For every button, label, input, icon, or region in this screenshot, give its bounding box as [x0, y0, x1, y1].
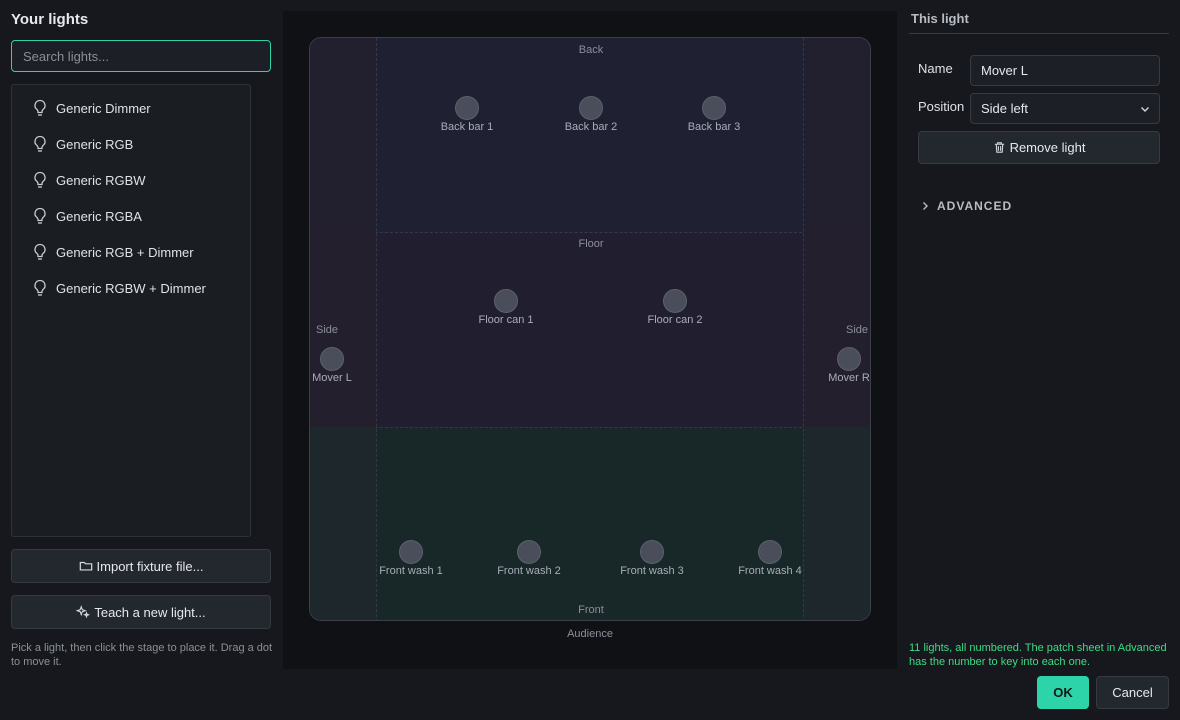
chevron-right-icon [923, 202, 928, 210]
light-label-back-bar-1: Back bar 1 [440, 121, 494, 133]
remove-light-button[interactable]: Remove light [918, 131, 1160, 164]
stage-area: Back Floor Front Side Side Back bar 1 Bac… [283, 11, 897, 669]
divider [909, 33, 1169, 34]
fixture-label: Generic RGBA [56, 208, 142, 224]
fixture-item[interactable]: Generic RGB [12, 126, 250, 162]
stage-canvas[interactable]: Back Floor Front Side Side Back bar 1 Bac… [309, 37, 871, 621]
placement-hint: Pick a light, then click the stage to pl… [11, 642, 273, 668]
light-details-panel: This light Name Mover L Position Side le… [909, 0, 1169, 720]
lightbulb-icon [34, 171, 46, 188]
light-dot-back-bar-1[interactable] [455, 96, 479, 120]
name-label: Name [918, 61, 953, 76]
light-dot-front-wash-3[interactable] [640, 540, 664, 564]
zone-label-back: Back [578, 44, 604, 56]
lightbulb-icon [34, 207, 46, 224]
lightbulb-icon [34, 135, 46, 152]
light-label-front-wash-1: Front wash 1 [379, 565, 443, 577]
zone-back[interactable] [310, 38, 870, 232]
zone-label-front: Front [578, 604, 604, 616]
light-dot-floor-can-1[interactable] [494, 289, 518, 313]
light-label-front-wash-2: Front wash 2 [497, 565, 561, 577]
light-label-back-bar-2: Back bar 2 [564, 121, 618, 133]
position-select[interactable]: Side left [970, 93, 1160, 124]
light-label-front-wash-3: Front wash 3 [620, 565, 684, 577]
lightbulb-icon [34, 243, 46, 260]
fixture-label: Generic RGBW [56, 172, 146, 188]
trash-icon [994, 142, 1004, 153]
light-dot-mover-l[interactable] [320, 347, 344, 371]
light-label-mover-l: Mover L [312, 372, 352, 384]
zone-front[interactable] [310, 427, 870, 620]
advanced-label: ADVANCED [937, 199, 1013, 213]
fixture-item[interactable]: Generic RGBW + Dimmer [12, 270, 250, 306]
fixture-library-panel: Your lights Generic DimmerGeneric RGBGen… [11, 0, 272, 720]
import-fixture-label: Import fixture file... [96, 558, 204, 574]
fixture-label: Generic RGB [56, 136, 134, 152]
fixture-item[interactable]: Generic RGBA [12, 198, 250, 234]
advanced-toggle[interactable]: ADVANCED [919, 199, 1012, 213]
fixture-label: Generic RGB + Dimmer [56, 244, 194, 260]
zone-label-side-right: Side [846, 324, 869, 336]
status-message: 11 lights, all numbered. The patch sheet… [909, 642, 1167, 668]
lightbulb-icon [34, 99, 46, 116]
position-label: Position [918, 99, 965, 114]
light-label-back-bar-3: Back bar 3 [687, 121, 741, 133]
sparkles-icon [76, 605, 91, 619]
audience-label: Audience [567, 628, 613, 640]
lightbulb-icon [34, 279, 46, 296]
fixture-item[interactable]: Generic RGB + Dimmer [12, 234, 250, 270]
fixture-label: Generic RGBW + Dimmer [56, 280, 206, 296]
light-dot-mover-r[interactable] [837, 347, 861, 371]
import-fixture-button[interactable]: Import fixture file... [11, 549, 271, 583]
details-title: This light [911, 11, 969, 26]
light-dot-floor-can-2[interactable] [663, 289, 687, 313]
search-input[interactable] [11, 40, 271, 72]
remove-light-label: Remove light [1009, 140, 1086, 155]
folder-icon [79, 561, 92, 571]
fixture-label: Generic Dimmer [56, 100, 151, 116]
position-value: Side left [981, 101, 1028, 116]
cancel-button[interactable]: Cancel [1096, 676, 1169, 709]
light-dot-back-bar-2[interactable] [579, 96, 603, 120]
light-label-front-wash-4: Front wash 4 [738, 565, 802, 577]
light-label-floor-can-2: Floor can 2 [647, 314, 703, 326]
fixture-list: Generic Dimmer Generic RGB Generic RGBW Gen… [11, 84, 251, 537]
chevron-down-icon [1141, 107, 1149, 112]
light-dot-front-wash-1[interactable] [399, 540, 423, 564]
light-dot-back-bar-3[interactable] [702, 96, 726, 120]
name-field[interactable]: Mover L [970, 55, 1160, 86]
zone-label-floor: Floor [578, 238, 604, 250]
teach-light-button[interactable]: Teach a new light... [11, 595, 271, 629]
fixture-item[interactable]: Generic RGBW [12, 162, 250, 198]
zone-label-side-left: Side [316, 324, 339, 336]
light-label-mover-r: Mover R [828, 372, 870, 384]
light-dot-front-wash-2[interactable] [517, 540, 541, 564]
fixture-item[interactable]: Generic Dimmer [12, 90, 250, 126]
light-dot-front-wash-4[interactable] [758, 540, 782, 564]
teach-light-label: Teach a new light... [94, 604, 206, 620]
light-label-floor-can-1: Floor can 1 [478, 314, 534, 326]
ok-button[interactable]: OK [1037, 676, 1089, 709]
panel-title: Your lights [11, 11, 89, 28]
zone-floor[interactable] [310, 232, 870, 427]
name-value: Mover L [981, 63, 1028, 78]
